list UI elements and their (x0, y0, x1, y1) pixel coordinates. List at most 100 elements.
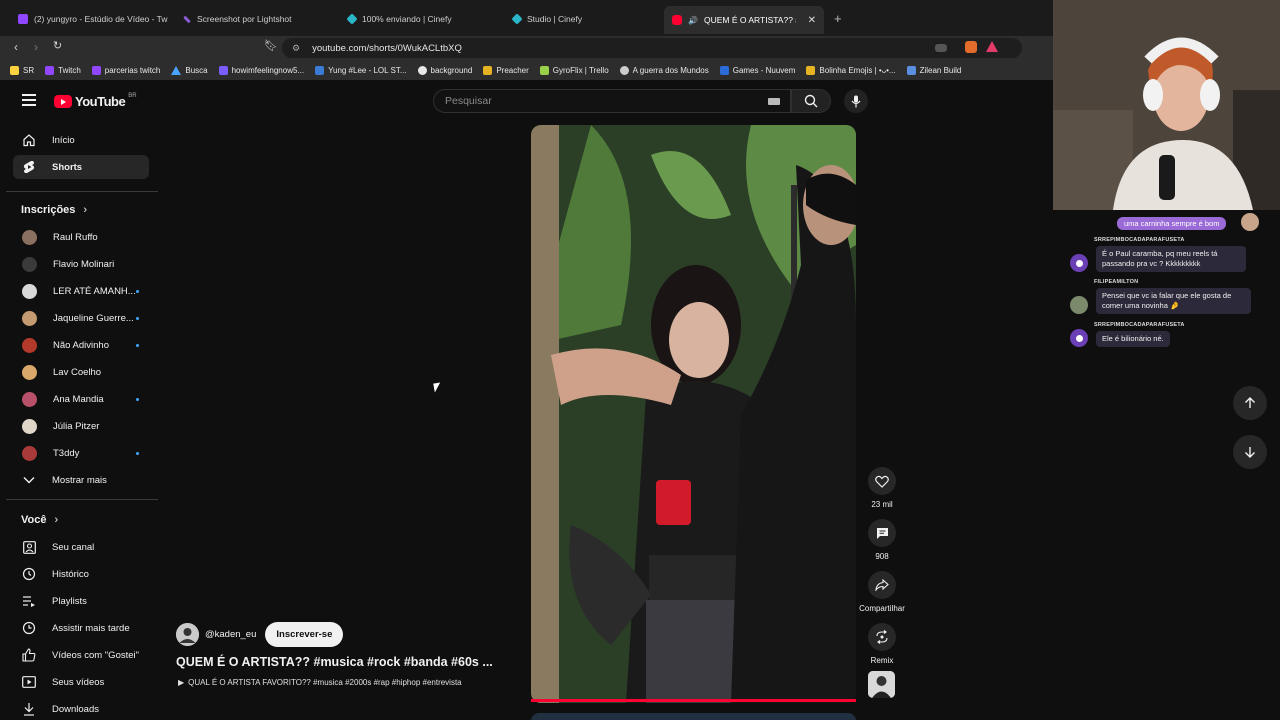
subscriptions-header[interactable]: Inscrições › (21, 204, 87, 216)
search-placeholder: Pesquisar (445, 95, 492, 107)
tab-youtube-short[interactable]: 🔊 QUEM É O ARTISTA?? #musica ✕ (664, 6, 824, 34)
downloads-icon (22, 702, 36, 716)
drive-icon (171, 65, 182, 75)
share-button[interactable]: Compartilhar (858, 571, 906, 613)
sidebar-item-liked-videos[interactable]: Vídeos com "Gostei" (13, 643, 149, 667)
short-title[interactable]: QUEM É O ARTISTA?? #musica #rock #banda … (176, 655, 493, 669)
brave-shield-icon[interactable] (965, 41, 977, 53)
channel-handle[interactable]: @kaden_eu (205, 629, 256, 640)
subscription-julia-pitzer[interactable]: Júlia Pitzer (13, 414, 149, 438)
comments-button[interactable]: 908 (858, 519, 906, 561)
remix-circle (868, 623, 896, 651)
subscription-nao-adivinho[interactable]: Não Adivinho (13, 333, 149, 357)
site-info-icon[interactable]: ⚙ (292, 43, 300, 54)
sidebar-item-downloads[interactable]: Downloads (13, 697, 149, 720)
bookmark-item[interactable]: Zilean Build (906, 65, 961, 75)
sidebar-item-home[interactable]: Início (13, 128, 149, 152)
subscription-lav-coelho[interactable]: Lav Coelho (13, 360, 149, 384)
bookmark-item[interactable]: background (417, 65, 472, 75)
tab-cinefy-upload[interactable]: 100% enviando | Cinefy (340, 8, 498, 30)
bookmark-item[interactable]: SR (10, 65, 34, 75)
bookmark-icon[interactable]: 🔖︎ (264, 39, 278, 52)
address-bar[interactable]: ⚙ youtube.com/shorts/0WukACLtbXQ (282, 38, 1022, 58)
live-indicator (136, 397, 139, 401)
bookmark-label: Games - Nuuvem (732, 65, 796, 75)
back-icon[interactable]: ‹ (14, 40, 18, 54)
like-icon (22, 648, 36, 662)
feather-icon (183, 15, 191, 23)
video-progress-bar[interactable] (531, 699, 856, 702)
bookmark-label: Preacher (496, 65, 529, 75)
like-circle (868, 467, 896, 495)
voice-search-button[interactable] (844, 89, 868, 113)
cast-icon[interactable] (935, 44, 947, 52)
bookmark-item[interactable]: parcerias twitch (91, 65, 160, 75)
sidebar-item-playlists[interactable]: Playlists (13, 589, 149, 613)
bookmark-item[interactable]: Games - Nuuvem (719, 65, 796, 75)
search-input[interactable]: Pesquisar (433, 89, 791, 113)
keyboard-icon[interactable] (768, 98, 780, 105)
rewards-icon[interactable] (986, 41, 998, 52)
bookmark-item[interactable]: Busca (171, 65, 208, 75)
subscription-jaqueline-guerreiro[interactable]: Jaqueline Guerre... (13, 306, 149, 330)
sidebar-item-your-channel[interactable]: Seu canal (13, 535, 149, 559)
subscription-flavio-molinari[interactable]: Flavio Molinari (13, 252, 149, 276)
subscription-raul-ruffo[interactable]: Raul Ruffo (13, 225, 149, 249)
sidebar-item-history[interactable]: Histórico (13, 562, 149, 586)
previous-short-button[interactable] (1233, 386, 1267, 420)
channel-avatar[interactable] (176, 623, 199, 646)
bookmark-item[interactable]: Preacher (483, 65, 529, 75)
sidebar-item-your-videos[interactable]: Seus vídeos (13, 670, 149, 694)
bookmark-icon (315, 65, 325, 75)
next-short-preview[interactable] (531, 713, 856, 720)
you-header[interactable]: Você › (21, 514, 58, 526)
subscribe-button[interactable]: Inscrever-se (265, 622, 344, 647)
close-icon[interactable]: ✕ (808, 15, 816, 26)
search-button[interactable] (791, 89, 831, 113)
bookmark-item[interactable]: Twitch (45, 65, 81, 75)
tab-cinefy-studio[interactable]: Studio | Cinefy (505, 8, 663, 30)
shorts-icon (22, 160, 36, 174)
sidebar-item-watch-later[interactable]: Assistir mais tarde (13, 616, 149, 640)
channel-row: @kaden_eu Inscrever-se (176, 622, 344, 647)
live-indicator (136, 289, 139, 293)
short-video-player[interactable] (531, 125, 856, 703)
bookmark-item[interactable]: Bolinha Emojis | •ᴗ•... (806, 65, 896, 75)
subscription-ana-mandia[interactable]: Ana Mandia (13, 387, 149, 411)
sidebar-item-shorts[interactable]: Shorts (13, 155, 149, 179)
subscription-t3ddy[interactable]: T3ddy (13, 441, 149, 465)
bookmark-item[interactable]: A guerra dos Mundos (619, 65, 709, 75)
tab-twitch-studio[interactable]: (2) yungyro - Estúdio de Vídeo - Twitch (10, 8, 168, 30)
like-button[interactable]: 23 mil (858, 467, 906, 509)
youtube-logo[interactable]: YouTube BR (54, 93, 137, 109)
bookmark-label: howimfeelingnow5... (231, 65, 305, 75)
bookmark-item[interactable]: GyroFlix | Trello (539, 65, 609, 75)
drive-icon (483, 65, 493, 75)
speaker-icon: 🔊 (688, 15, 698, 25)
playlists-icon (22, 594, 36, 608)
tab-title: Studio | Cinefy (527, 14, 583, 24)
reload-icon[interactable]: ↻ (53, 39, 62, 52)
sidebar-item-label: Assistir mais tarde (52, 622, 130, 634)
microphone-icon (851, 95, 861, 107)
subscription-ler-ate-amanha[interactable]: LER ATÉ AMANH... (13, 279, 149, 303)
hamburger-menu-icon[interactable] (22, 94, 36, 106)
tab-title: QUEM É O ARTISTA?? #musica (703, 15, 796, 25)
new-tab-button[interactable]: + (834, 11, 842, 26)
watch-later-icon (22, 621, 36, 635)
tab-lightshot[interactable]: Screenshot por Lightshot (175, 8, 333, 30)
next-short-button[interactable] (1233, 435, 1267, 469)
forward-icon[interactable]: › (34, 40, 38, 54)
remix-button[interactable]: Remix (858, 623, 906, 665)
sound-link[interactable]: ▶ QUAL É O ARTISTA FAVORITO?? #musica #2… (178, 678, 462, 687)
sidebar-item-label: Shorts (52, 161, 83, 173)
sidebar-item-label: Ana Mandia (53, 393, 104, 405)
remix-icon (876, 630, 888, 644)
logo-text: YouTube (75, 94, 126, 109)
bookmark-item[interactable]: Yung #Lee - LOL ST... (315, 65, 407, 75)
chat-avatar (1241, 213, 1259, 231)
show-more-button[interactable]: Mostrar mais (13, 468, 149, 492)
sound-thumbnail[interactable] (868, 671, 895, 698)
bookmark-item[interactable]: howimfeelingnow5... (218, 65, 305, 75)
folder-icon (806, 65, 816, 75)
